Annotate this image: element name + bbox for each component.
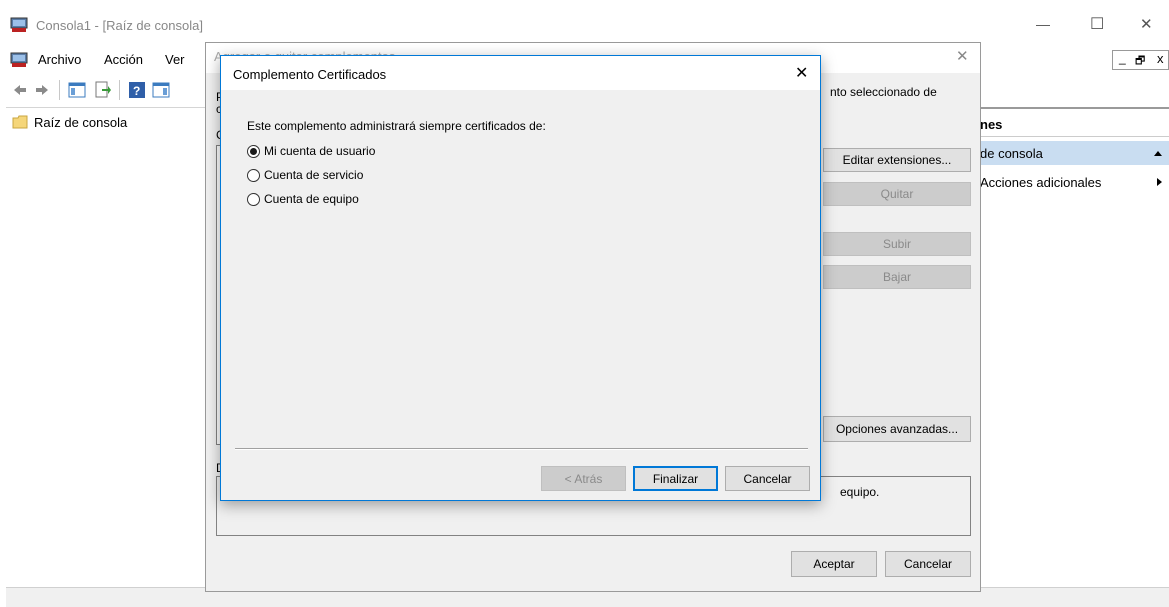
close-icon[interactable]: ✕ (1140, 15, 1153, 33)
show-hide-tree-icon[interactable] (68, 81, 86, 99)
move-down-button[interactable]: Bajar (823, 265, 971, 289)
svg-text:?: ? (133, 84, 140, 98)
actions-more-label: Acciones adicionales (980, 175, 1102, 190)
menu-ver[interactable]: Ver (165, 52, 185, 67)
back-arrow-icon[interactable] (12, 82, 28, 98)
radio-user-account-label: Mi cuenta de usuario (264, 144, 376, 158)
toolbar-separator-2 (119, 80, 120, 100)
finish-button[interactable]: Finalizar (633, 466, 718, 491)
addremove-close-icon[interactable]: ✕ (956, 47, 969, 65)
actions-more-item[interactable]: Acciones adicionales (975, 171, 1169, 193)
help-icon[interactable]: ? (128, 81, 146, 99)
mdi-close-icon[interactable]: x (1157, 51, 1164, 66)
radio-service-account[interactable]: Cuenta de servicio (247, 168, 363, 182)
actions-pane: nes de consola Acciones adicionales (975, 107, 1169, 587)
advanced-options-button[interactable]: Opciones avanzadas... (823, 416, 971, 442)
back-button[interactable]: < Atrás (541, 466, 626, 491)
radio-computer-account-circle[interactable] (247, 192, 260, 206)
cert-prompt: Este complemento administrará siempre ce… (247, 119, 546, 133)
description-text: equipo. (840, 485, 880, 499)
mmc-doc-icon (10, 52, 28, 68)
menu-accion[interactable]: Acción (104, 52, 143, 67)
submenu-arrow-icon (1155, 177, 1163, 187)
forward-arrow-icon[interactable] (34, 82, 50, 98)
cert-close-icon[interactable]: ✕ (795, 63, 808, 83)
tree-pane: Raíz de consola (6, 107, 211, 587)
cert-titlebar: Complemento Certificados ✕ (221, 56, 820, 90)
folder-icon (12, 115, 28, 129)
addremove-cancel-button[interactable]: Cancelar (885, 551, 971, 577)
collapse-up-icon[interactable] (1153, 149, 1163, 157)
toolbar-separator (59, 80, 60, 100)
window-title: Consola1 - [Raíz de consola] (36, 18, 203, 33)
actions-header-text: nes (980, 117, 1003, 132)
actions-selected-item-label: de consola (980, 146, 1043, 161)
export-list-icon[interactable] (94, 81, 112, 99)
radio-user-account[interactable]: Mi cuenta de usuario (247, 144, 375, 158)
tree-root-item[interactable]: Raíz de consola (34, 115, 127, 130)
radio-computer-account[interactable]: Cuenta de equipo (247, 192, 359, 206)
minimize-icon[interactable]: — (1036, 16, 1050, 32)
show-hide-action-pane-icon[interactable] (152, 81, 170, 99)
mdi-controls: _ 🗗 x (1112, 50, 1169, 70)
radio-service-account-circle[interactable] (247, 168, 260, 182)
remove-button[interactable]: Quitar (823, 182, 971, 206)
mmc-app-icon (10, 17, 28, 33)
maximize-icon[interactable]: ☐ (1090, 14, 1104, 34)
edit-extensions-button[interactable]: Editar extensiones... (823, 148, 971, 172)
actions-selected-item[interactable]: de consola (975, 141, 1169, 165)
menu-archivo[interactable]: Archivo (38, 52, 81, 67)
ok-button[interactable]: Aceptar (791, 551, 877, 577)
radio-user-account-circle[interactable] (247, 144, 260, 158)
radio-service-account-label: Cuenta de servicio (264, 168, 364, 182)
cert-separator (235, 448, 808, 450)
cert-cancel-button[interactable]: Cancelar (725, 466, 810, 491)
radio-computer-account-label: Cuenta de equipo (264, 192, 359, 206)
mdi-restore-icon[interactable]: 🗗 (1135, 52, 1145, 71)
cert-dialog: Complemento Certificados ✕ Este compleme… (220, 55, 821, 501)
move-up-button[interactable]: Subir (823, 232, 971, 256)
mdi-minimize-icon[interactable]: _ (1119, 51, 1126, 65)
actions-header: nes (975, 111, 1169, 137)
cert-dialog-title: Complemento Certificados (233, 67, 387, 82)
title-bar: Consola1 - [Raíz de consola] — ☐ ✕ (0, 0, 1169, 44)
addremove-desc-partial: nto seleccionado de (830, 85, 937, 99)
